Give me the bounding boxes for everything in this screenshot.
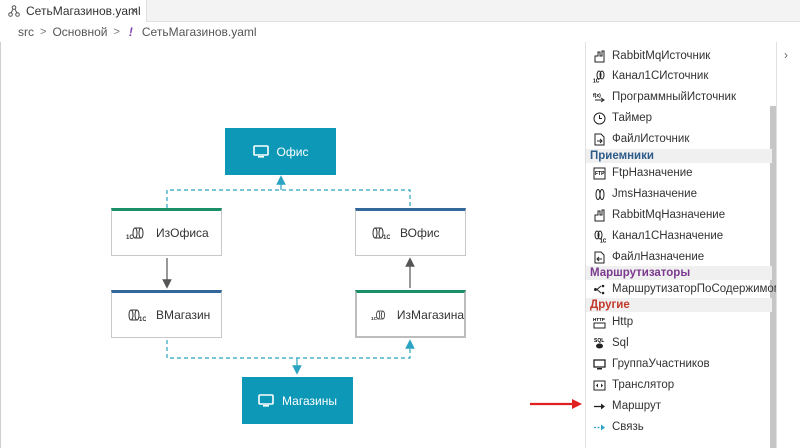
palette-item-label: ФайлНазначение [612, 251, 705, 263]
node-to-office-label: ВОфис [400, 226, 440, 240]
palette-item-label: Связь [612, 421, 644, 433]
node-office-label: Офис [276, 144, 309, 159]
palette-item-label: Канал1СНазначение [612, 230, 724, 242]
router-icon [593, 283, 606, 296]
palette-item-jms-dest[interactable]: JmsНазначение [586, 184, 772, 204]
palette-item-translator[interactable]: Транслятор [586, 375, 772, 395]
translator-icon [593, 379, 606, 392]
svg-text:1С: 1С [600, 238, 606, 243]
node-from-office-label: ИзОфиса [156, 226, 209, 240]
channel-1c-source-icon: 1С [593, 70, 606, 83]
channel-1c-icon: 1С [128, 309, 146, 322]
program-source-icon: f(x) [593, 91, 606, 104]
rabbitmq-source-icon [593, 50, 606, 63]
palette-item-route[interactable]: Маршрут [586, 396, 772, 416]
node-from-store-label: ИзМагазина [396, 307, 464, 322]
node-to-store[interactable]: 1С ВМагазин [111, 290, 222, 338]
palette-item-label: Транслятор [612, 379, 675, 391]
svg-text:1С: 1С [126, 235, 134, 240]
chevron-right-icon[interactable]: › [784, 48, 788, 62]
svg-text:1С: 1С [371, 315, 378, 321]
ftp-icon: FTP [593, 167, 606, 180]
section-other: Другие [586, 298, 772, 312]
node-to-office[interactable]: 1С ВОфис [355, 208, 466, 256]
monitor-icon [252, 144, 269, 158]
node-stores-label: Магазины [282, 393, 337, 408]
link-dashed-arrow-icon [593, 421, 606, 434]
palette-item-file-dest[interactable]: ФайлНазначение [586, 247, 772, 267]
palette-item-label: Канал1СИсточник [612, 70, 709, 82]
node-from-office[interactable]: 1С ИзОфиса [111, 208, 222, 256]
node-office[interactable]: Офис [225, 128, 336, 175]
red-pointer-arrowhead [572, 399, 582, 409]
node-to-store-label: ВМагазин [156, 308, 211, 322]
palette-item-rabbitmq-dest[interactable]: RabbitMqНазначение [586, 205, 772, 225]
palette-item-label: FtpНазначение [612, 167, 693, 179]
palette-item-label: Http [612, 316, 634, 328]
svg-text:f(x): f(x) [593, 93, 601, 99]
palette-item-label: RabbitMqИсточник [612, 50, 711, 62]
channel-1c-icon: 1С [126, 227, 144, 240]
sql-icon: SQL [593, 337, 606, 350]
link-from-office[interactable] [166, 189, 411, 208]
palette-item-content-router[interactable]: МаршрутизаторПоСодержимому [586, 279, 776, 299]
palette-item-program-source[interactable]: f(x) ПрограммныйИсточник [586, 87, 772, 107]
palette-item-label: Sql [612, 337, 629, 349]
palette-item-ftp-dest[interactable]: FTP FtpНазначение [586, 163, 772, 183]
palette-item-http[interactable]: HTTP Http [586, 312, 772, 332]
palette-item-label: ФайлИсточник [612, 133, 690, 145]
file-dest-icon [593, 251, 606, 264]
palette-item-label: ПрограммныйИсточник [612, 91, 736, 103]
monitor-icon [593, 358, 606, 371]
http-icon: HTTP [593, 316, 606, 329]
svg-text:1С: 1С [383, 235, 390, 240]
section-receivers: Приемники [586, 149, 772, 163]
palette-item-label: МаршрутизаторПоСодержимому [612, 283, 777, 295]
route-arrow-icon [593, 400, 606, 413]
rabbitmq-dest-icon [593, 209, 606, 222]
svg-text:1С: 1С [139, 317, 146, 322]
palette-item-timer[interactable]: Таймер [586, 108, 772, 128]
channel-1c-dest-icon: 1С [593, 230, 606, 243]
link-to-store[interactable] [166, 339, 415, 359]
palette-item-label: Таймер [612, 112, 653, 124]
component-palette: RabbitMqИсточник 1С Канал1СИсточник f(x)… [585, 42, 777, 448]
node-stores[interactable]: Магазины [242, 377, 353, 424]
svg-text:HTTP: HTTP [593, 317, 605, 322]
section-routers: Маршрутизаторы [586, 266, 772, 280]
monitor-icon [258, 393, 274, 407]
channel-1c-icon: 1С [372, 227, 390, 240]
clock-icon [593, 112, 606, 125]
channel-1c-icon: 1С [371, 310, 385, 321]
svg-text:FTP: FTP [595, 171, 605, 177]
palette-item-link[interactable]: Связь [586, 417, 772, 437]
palette-item-label: RabbitMqНазначение [612, 209, 726, 221]
palette-item-rabbitmq-source[interactable]: RabbitMqИсточник [586, 46, 772, 66]
palette-item-channel-1c-source[interactable]: 1С Канал1СИсточник [586, 66, 772, 86]
palette-item-participant-group[interactable]: ГруппаУчастников [586, 354, 772, 374]
palette-item-file-source[interactable]: ФайлИсточник [586, 129, 772, 149]
palette-item-sql[interactable]: SQL Sql [586, 333, 772, 353]
palette-item-label: Маршрут [612, 400, 662, 412]
svg-text:SQL: SQL [594, 338, 604, 344]
palette-item-label: JmsНазначение [612, 188, 697, 200]
svg-text:1С: 1С [593, 78, 600, 83]
jms-icon [593, 188, 606, 201]
palette-item-label: ГруппаУчастников [612, 358, 710, 370]
file-source-icon [593, 133, 606, 146]
palette-item-channel-1c-dest[interactable]: 1С Канал1СНазначение [586, 226, 772, 246]
node-from-store[interactable]: 1С ИзМагазина [355, 290, 466, 338]
